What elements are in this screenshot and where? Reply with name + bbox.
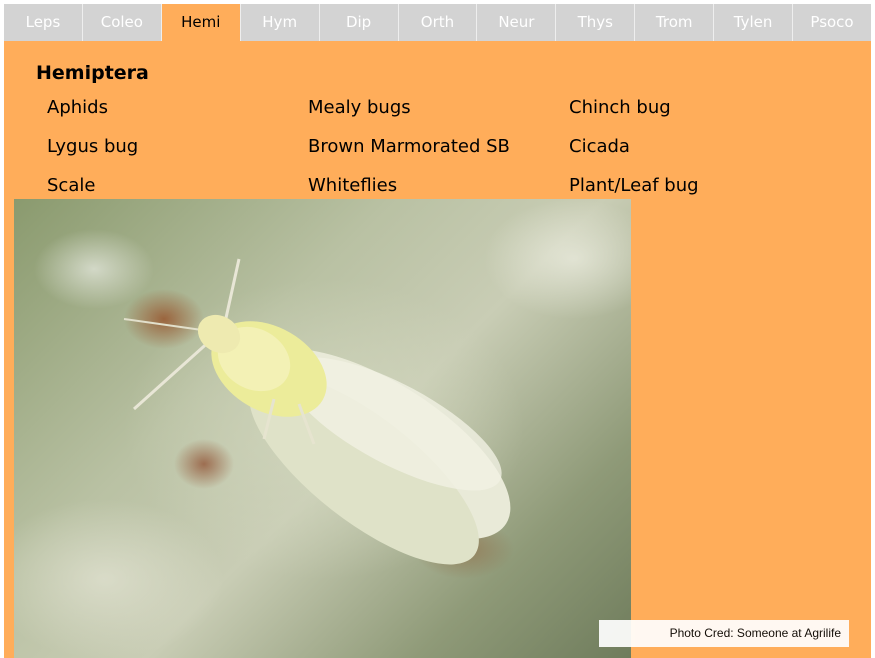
link-brown-marmorated-sb[interactable]: Brown Marmorated SB xyxy=(308,135,569,174)
whitefly-photo xyxy=(14,199,631,658)
photo-credit: Photo Cred: Someone at Agrilife xyxy=(599,620,849,647)
link-lygus-bug[interactable]: Lygus bug xyxy=(47,135,308,174)
tab-coleo[interactable]: Coleo xyxy=(82,4,162,41)
whitefly-illustration xyxy=(123,258,511,565)
tab-thys[interactable]: Thys xyxy=(556,4,636,41)
tab-orth[interactable]: Orth xyxy=(398,4,478,41)
tab-psoco[interactable]: Psoco xyxy=(793,4,871,41)
tab-hym[interactable]: Hym xyxy=(240,4,320,41)
order-tab-bar: Leps Coleo Hemi Hym Dip Orth Neur Thys T… xyxy=(4,4,871,41)
tab-dip[interactable]: Dip xyxy=(319,4,399,41)
tab-leps[interactable]: Leps xyxy=(4,4,83,41)
insect-panel: Leps Coleo Hemi Hym Dip Orth Neur Thys T… xyxy=(4,4,871,658)
tab-hemi[interactable]: Hemi xyxy=(161,4,241,41)
tab-neur[interactable]: Neur xyxy=(477,4,557,41)
link-chinch-bug[interactable]: Chinch bug xyxy=(569,96,769,135)
link-cicada[interactable]: Cicada xyxy=(569,135,769,174)
section-heading: Hemiptera xyxy=(36,62,149,84)
tab-trom[interactable]: Trom xyxy=(635,4,715,41)
tab-tylen[interactable]: Tylen xyxy=(714,4,794,41)
insect-link-grid: Aphids Mealy bugs Chinch bug Lygus bug B… xyxy=(47,96,767,213)
link-mealy-bugs[interactable]: Mealy bugs xyxy=(308,96,569,135)
link-aphids[interactable]: Aphids xyxy=(47,96,308,135)
